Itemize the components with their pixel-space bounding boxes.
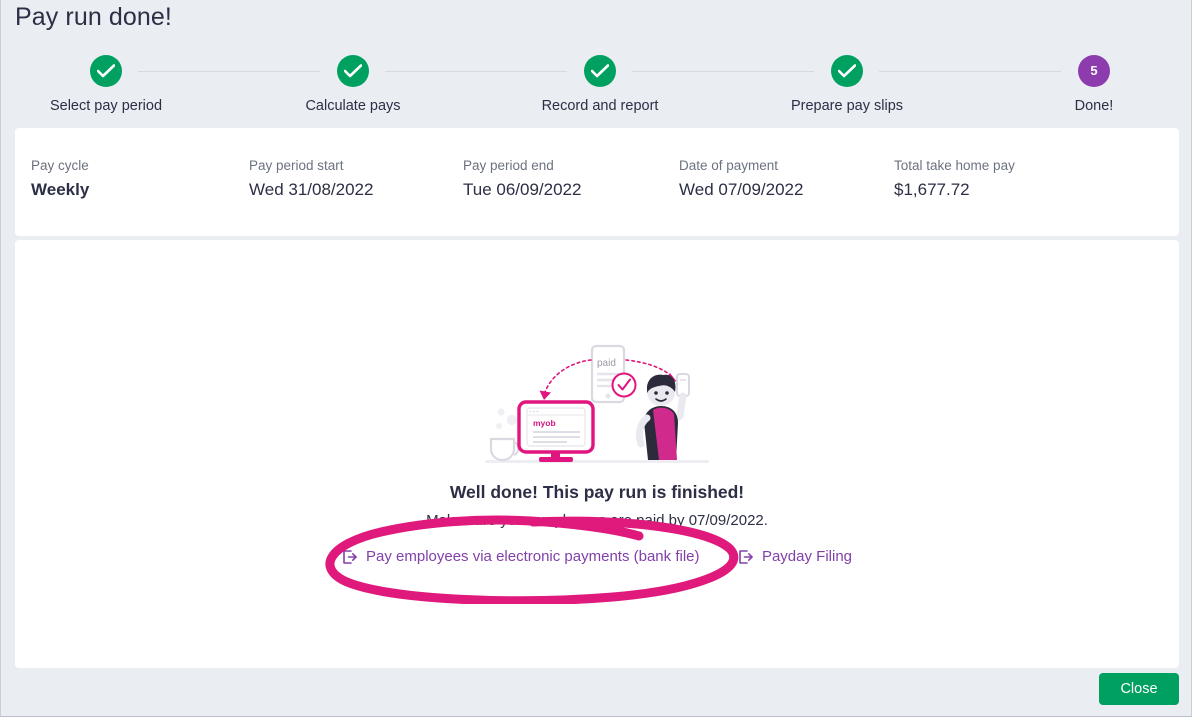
field-label: Date of payment bbox=[679, 158, 779, 173]
external-link-icon bbox=[738, 549, 754, 565]
pay-run-stepper: Select pay period Calculate pays Record … bbox=[1, 55, 1191, 125]
stepper-step-prepare-pay-slips[interactable]: Prepare pay slips bbox=[747, 55, 947, 114]
pay-run-complete-illustration: myob paid bbox=[485, 344, 709, 463]
pay-run-result-card: myob paid Well done! This pay run is fin… bbox=[15, 240, 1179, 668]
summary-field-total-take-home-pay: Total take home pay $1,677.72 bbox=[894, 158, 1015, 200]
step-marker-check-icon bbox=[337, 55, 369, 87]
field-value: Wed 31/08/2022 bbox=[249, 180, 374, 199]
svg-text:myob: myob bbox=[533, 418, 556, 428]
field-value: Wed 07/09/2022 bbox=[679, 180, 804, 199]
link-label: Payday Filing bbox=[761, 548, 852, 566]
step-marker-check-icon bbox=[831, 55, 863, 87]
field-label: Pay period end bbox=[463, 158, 554, 173]
pay-run-summary-card: Pay cycle Weekly Pay period start Wed 31… bbox=[15, 128, 1179, 236]
field-label: Total take home pay bbox=[894, 158, 1015, 173]
field-value: Weekly bbox=[31, 180, 90, 199]
link-payday-filing[interactable]: Payday Filing bbox=[738, 548, 852, 565]
stepper-label: Calculate pays bbox=[305, 98, 401, 114]
step-marker-number: 5 bbox=[1078, 55, 1110, 87]
stepper-step-done[interactable]: 5 Done! bbox=[994, 55, 1191, 114]
pay-run-done-window: Pay run done! Select pay period Calculat… bbox=[0, 0, 1192, 717]
page-title: Pay run done! bbox=[15, 3, 172, 31]
stepper-label: Done! bbox=[1074, 98, 1114, 114]
link-pay-employees-electronic-payments[interactable]: Pay employees via electronic payments (b… bbox=[342, 548, 700, 565]
link-label: Pay employees via electronic payments (b… bbox=[366, 548, 700, 566]
illustration-container: myob paid bbox=[15, 340, 1179, 475]
step-marker-check-icon bbox=[584, 55, 616, 87]
step-marker-check-icon bbox=[90, 55, 122, 87]
result-subline: Make sure your employees are paid by 07/… bbox=[426, 512, 768, 529]
field-value: $1,677.72 bbox=[894, 180, 970, 199]
field-label: Pay period start bbox=[249, 158, 344, 173]
summary-field-date-of-payment: Date of payment Wed 07/09/2022 bbox=[679, 158, 803, 200]
field-value: Tue 06/09/2022 bbox=[463, 180, 582, 199]
result-headline: Well done! This pay run is finished! bbox=[449, 482, 745, 502]
action-links-row: Pay employees via electronic payments (b… bbox=[15, 548, 1179, 566]
summary-field-pay-period-start: Pay period start Wed 31/08/2022 bbox=[249, 158, 373, 200]
stepper-label: Record and report bbox=[541, 98, 659, 114]
summary-field-pay-period-end: Pay period end Tue 06/09/2022 bbox=[463, 158, 581, 200]
stepper-label: Prepare pay slips bbox=[790, 98, 904, 114]
field-label: Pay cycle bbox=[31, 158, 89, 173]
summary-field-pay-cycle: Pay cycle Weekly bbox=[31, 158, 89, 200]
check-icon bbox=[591, 64, 609, 78]
footer-bar: Close bbox=[1, 668, 1191, 716]
stepper-step-calculate-pays[interactable]: Calculate pays bbox=[253, 55, 453, 114]
stepper-label: Select pay period bbox=[49, 98, 163, 114]
svg-text:paid: paid bbox=[597, 358, 616, 369]
stepper-step-select-pay-period[interactable]: Select pay period bbox=[6, 55, 206, 114]
step-number: 5 bbox=[1090, 63, 1098, 78]
check-icon bbox=[344, 64, 362, 78]
close-button[interactable]: Close bbox=[1099, 673, 1179, 705]
external-link-icon bbox=[342, 549, 358, 565]
check-icon bbox=[838, 64, 856, 78]
stepper-step-record-and-report[interactable]: Record and report bbox=[500, 55, 700, 114]
check-icon bbox=[97, 64, 115, 78]
